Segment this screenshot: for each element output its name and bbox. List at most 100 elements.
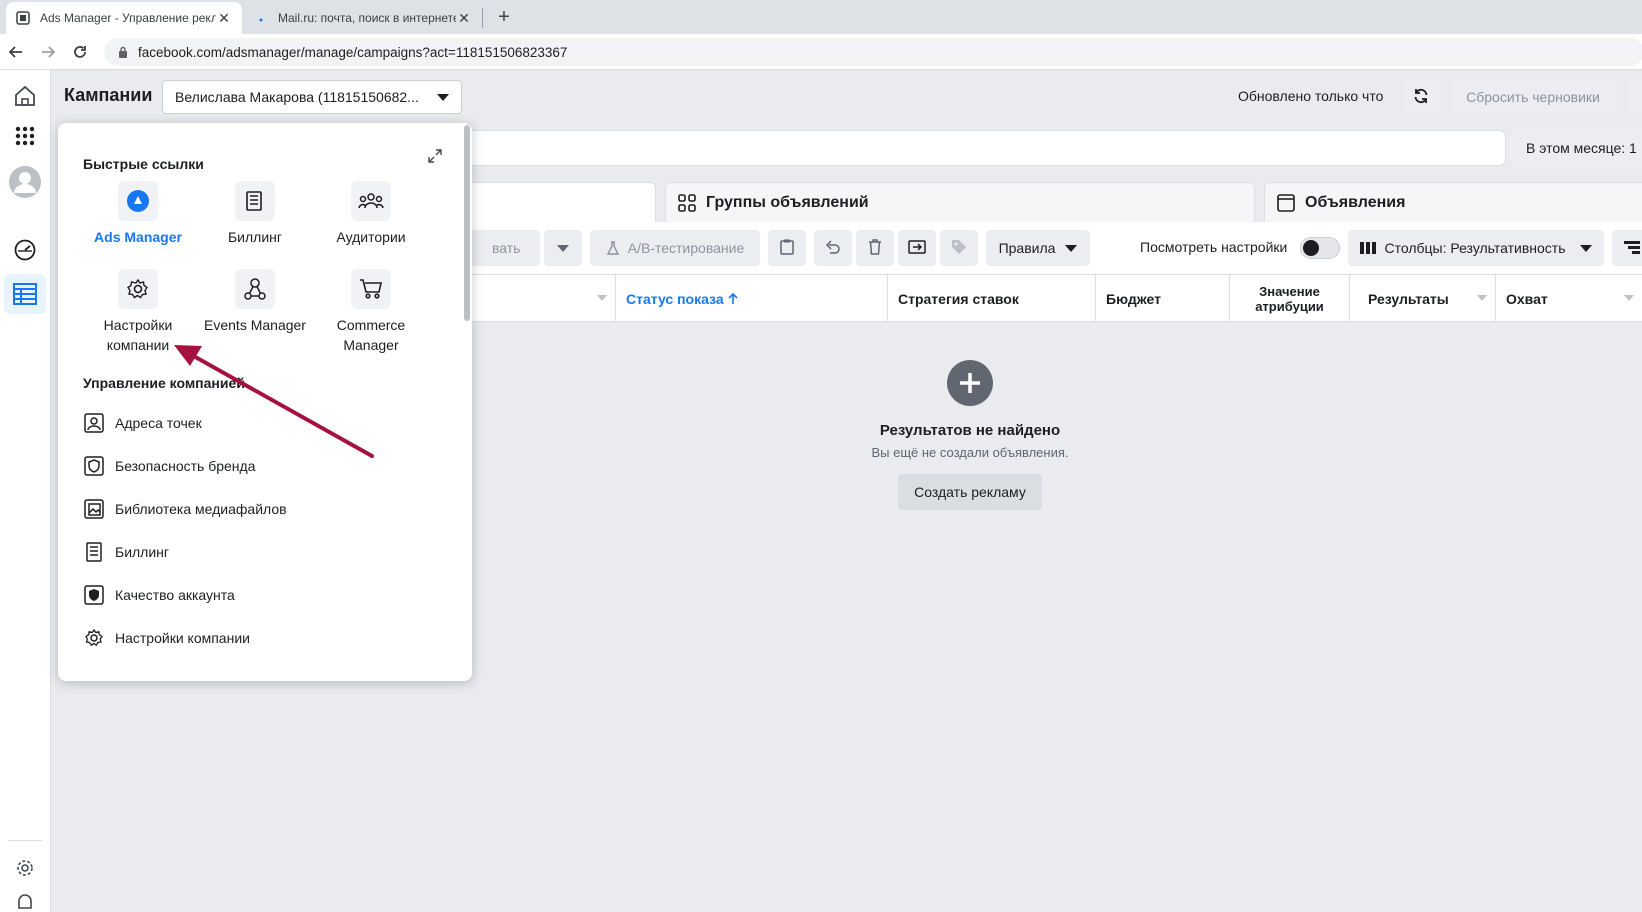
chevron-down-icon [1579, 240, 1592, 256]
quick-link-audiences[interactable]: Аудитории [311, 181, 431, 247]
media-library-icon [83, 498, 105, 520]
all-tools-grid-icon[interactable] [4, 116, 46, 156]
breakdown-button[interactable] [1612, 230, 1642, 266]
ads-icon [1277, 193, 1295, 212]
undo-icon [825, 239, 841, 257]
sort-caret-icon [1624, 295, 1634, 301]
column-results[interactable]: Результаты [1350, 275, 1496, 322]
nav-divider [8, 840, 42, 841]
column-attribution[interactable]: Значение атрибуции [1230, 275, 1350, 322]
reset-drafts-button[interactable]: Сбросить черновики [1450, 80, 1616, 114]
column-budget[interactable]: Бюджет [1096, 275, 1230, 322]
column-label: Значение атрибуции [1255, 283, 1324, 314]
create-ad-button[interactable]: Создать рекламу [898, 474, 1042, 510]
quick-link-events-manager[interactable]: Events Manager [195, 269, 315, 335]
browser-tab-title: Mail.ru: почта, поиск в интернете [278, 11, 456, 25]
quick-link-commerce-manager[interactable]: Commerce Manager [311, 269, 431, 355]
menu-item-billing[interactable]: Биллинг [83, 540, 169, 564]
shield-icon [83, 455, 105, 477]
billing-icon [235, 181, 275, 221]
date-range-button[interactable]: В этом месяце: 1 [1510, 130, 1642, 166]
menu-item-label: Качество аккаунта [115, 587, 235, 603]
quick-link-label: Аудитории [336, 229, 406, 245]
chevron-down-icon [437, 89, 449, 105]
menu-item-media-library[interactable]: Библиотека медиафайлов [83, 497, 287, 521]
new-tab-icon[interactable]: + [490, 4, 518, 32]
more-header-button[interactable] [1626, 80, 1642, 114]
close-tab-icon[interactable]: ✕ [456, 10, 472, 27]
menu-item-locations[interactable]: Адреса точек [83, 411, 202, 435]
search-filter-bar[interactable] [460, 130, 1506, 166]
close-tab-icon[interactable]: ✕ [216, 10, 232, 27]
tab-label: Группы объявлений [706, 193, 869, 211]
menu-item-brand-safety[interactable]: Безопасность бренда [83, 454, 255, 478]
empty-subtitle: Вы ещё не создали объявления. [871, 445, 1069, 460]
quick-link-label: Ads Manager [94, 229, 182, 245]
account-selector[interactable]: Велислава Макарова (11815150682... [162, 80, 462, 114]
ads-manager-table-icon[interactable] [4, 274, 46, 314]
address-bar[interactable]: facebook.com/adsmanager/manage/campaigns… [104, 38, 1642, 66]
edit-button[interactable]: вать [460, 230, 540, 266]
view-settings-toggle[interactable] [1300, 237, 1340, 259]
browser-tab-title: Ads Manager - Управление рекламой [40, 11, 216, 25]
chevron-down-icon [1065, 240, 1078, 256]
tag-button[interactable] [940, 230, 978, 266]
updated-status: Обновлено только что [1238, 88, 1384, 104]
menu-item-business-settings[interactable]: Настройки компании [83, 626, 250, 650]
refresh-button[interactable] [1402, 80, 1440, 114]
plus-circle-icon [947, 360, 993, 406]
column-label: Результаты [1368, 290, 1449, 307]
quick-link-billing[interactable]: Биллинг [195, 181, 315, 247]
browser-tab-ads-manager[interactable]: Ads Manager - Управление рекламой ✕ [6, 2, 242, 34]
column-bid-strategy[interactable]: Стратегия ставок [888, 275, 1096, 322]
refresh-icon [1412, 87, 1430, 108]
table-header: Статус показа Стратегия ставок Бюджет Зн… [420, 274, 1642, 322]
tab-divider [482, 8, 483, 28]
dashboard-gauge-icon[interactable] [4, 230, 46, 270]
export-icon [908, 239, 926, 257]
location-icon [83, 412, 105, 434]
column-label: Бюджет [1106, 290, 1161, 307]
billing-icon [83, 541, 105, 563]
columns-icon [1360, 241, 1377, 255]
columns-button[interactable]: Столбцы: Результативность [1348, 230, 1604, 266]
notifications-bell-icon[interactable] [4, 882, 46, 912]
rules-label: Правила [998, 240, 1056, 256]
quick-link-ads-manager[interactable]: Ads Manager [78, 181, 198, 247]
reload-icon[interactable] [68, 40, 92, 64]
toggle-knob [1303, 240, 1319, 256]
export-button[interactable] [898, 230, 936, 266]
avatar[interactable] [4, 162, 46, 202]
cart-icon [351, 269, 391, 309]
expand-icon[interactable] [426, 147, 444, 165]
ads-manager-icon [118, 181, 158, 221]
quick-links-title: Быстрые ссылки [83, 156, 204, 172]
popup-scrollbar[interactable] [464, 125, 470, 321]
breakdown-icon [1624, 240, 1640, 257]
undo-button[interactable] [814, 230, 852, 266]
browser-tab-mail[interactable]: Mail.ru: почта, поиск в интернете ✕ [244, 2, 482, 34]
tab-ads[interactable]: Объявления [1264, 182, 1642, 222]
duplicate-button[interactable] [768, 230, 806, 266]
quick-link-label: Commerce Manager [336, 317, 406, 353]
tab-ad-sets[interactable]: Группы объявлений [665, 182, 1255, 222]
menu-item-label: Настройки компании [115, 630, 250, 646]
rules-button[interactable]: Правила [986, 230, 1090, 266]
quick-link-business-settings[interactable]: Настройки компании [78, 269, 198, 355]
browser-tab-bar: Ads Manager - Управление рекламой ✕ Mail… [0, 0, 1642, 34]
edit-dropdown-button[interactable] [544, 230, 582, 266]
account-name: Велислава Макарова (11815150682... [175, 89, 419, 105]
sort-caret-icon [597, 295, 607, 301]
ab-test-label: A/B-тестирование [627, 240, 745, 256]
gear-icon [118, 269, 158, 309]
ab-test-button[interactable]: A/B-тестирование [590, 230, 760, 266]
delete-button[interactable] [856, 230, 894, 266]
forward-icon[interactable] [36, 40, 60, 64]
column-reach[interactable]: Охват [1496, 275, 1642, 322]
back-icon[interactable] [4, 40, 28, 64]
home-icon[interactable] [4, 76, 46, 116]
audiences-icon [351, 181, 391, 221]
gear-icon [83, 627, 105, 649]
menu-item-account-quality[interactable]: Качество аккаунта [83, 583, 235, 607]
column-delivery-status[interactable]: Статус показа [616, 275, 888, 322]
